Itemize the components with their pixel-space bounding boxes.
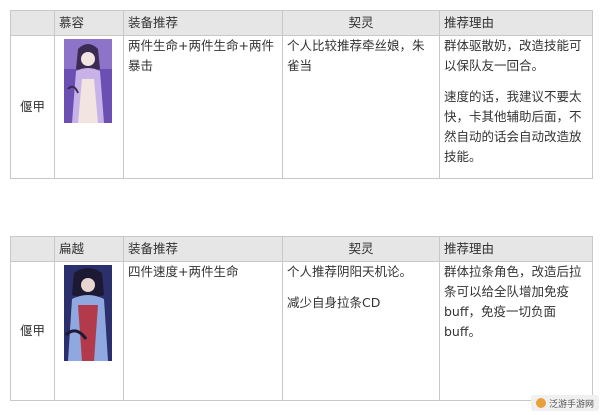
header-empty [10,10,55,36]
portrait-cell [54,261,124,401]
watermark-text: 泛游手游网 [548,399,594,410]
header-equipment: 装备推荐 [123,10,283,36]
muyong-portrait [64,39,112,123]
role-cell: 偃甲 [10,35,55,179]
header-hero-name: 慕容 [54,10,124,36]
reason-paragraph: 群体驱散奶，改造技能可以保队友一回合。 [444,38,582,73]
equipment-cell: 两件生命+两件生命+两件暴击 [123,35,283,179]
reason-cell: 群体驱散奶，改造技能可以保队友一回合。 速度的话，我建议不要太快，卡其他辅助后面… [439,35,593,179]
reason-paragraph: 速度的话，我建议不要太快，卡其他辅助后面，不然自动的话会自动改造放技能。 [444,89,582,164]
equipment-cell: 四件速度+两件生命 [123,261,283,401]
reason-cell: 群体拉条角色，改造后拉条可以给全队增加免疫buff，免疫一切负面buff。 [439,261,593,401]
qiling-paragraph: 减少自身拉条CD [287,295,381,310]
reason-paragraph: 群体拉条角色，改造后拉条可以给全队增加免疫buff，免疫一切负面buff。 [444,264,582,339]
header-empty [10,236,55,262]
bianyue-portrait [64,265,112,361]
portrait-cell [54,35,124,179]
site-watermark: 泛游手游网 [531,395,599,411]
qiling-cell: 个人比较推荐牵丝娘，朱雀当 [282,35,440,179]
role-cell: 偃甲 [10,261,55,401]
header-qiling: 契灵 [282,236,440,262]
qiling-cell: 个人推荐阴阳天机论。 减少自身拉条CD [282,261,440,401]
header-reason: 推荐理由 [439,10,593,36]
header-equipment: 装备推荐 [123,236,283,262]
header-hero-name: 扁越 [54,236,124,262]
header-qiling: 契灵 [282,10,440,36]
qiling-paragraph: 个人推荐阴阳天机论。 [287,264,413,279]
logo-icon [535,398,546,408]
hero-table-muyong: 慕容 装备推荐 契灵 推荐理由 偃甲 两件生命+两件生命+两件暴击 个人比较推荐… [10,10,593,179]
hero-table-bianyue: 扁越 装备推荐 契灵 推荐理由 偃甲 四件速度+两件生命 个人推荐阴阳天机论。 … [10,236,593,401]
header-reason: 推荐理由 [439,236,593,262]
